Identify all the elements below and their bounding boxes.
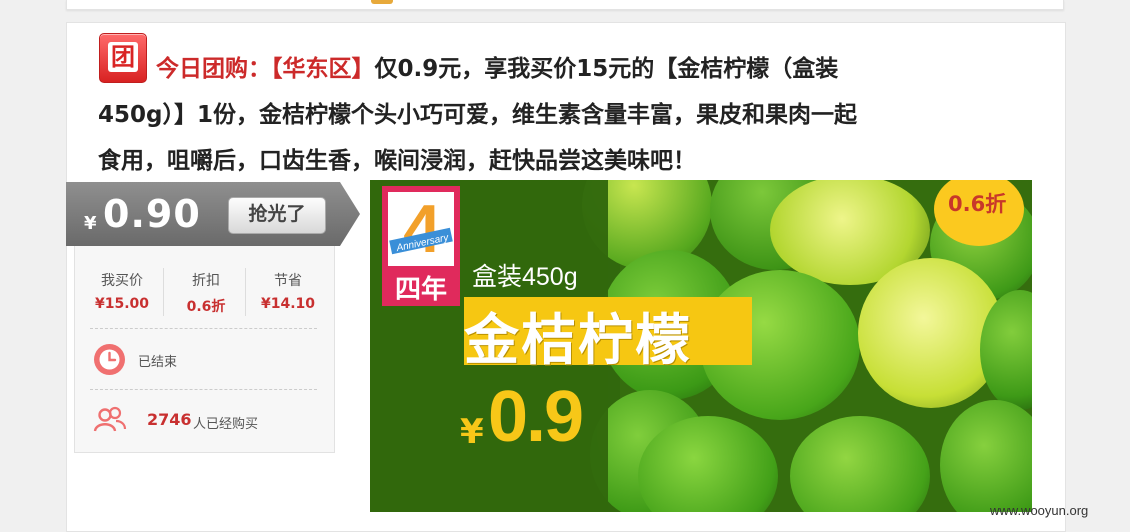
banner-price: 0.9 bbox=[488, 377, 584, 457]
clock-icon bbox=[94, 344, 125, 375]
stat-saving: 节省 ¥14.10 bbox=[248, 270, 328, 312]
stat-label: 折扣 bbox=[192, 273, 220, 289]
deal-region: 【华东区】 bbox=[271, 56, 375, 82]
top-strip bbox=[66, 0, 1064, 10]
deal-tag: 今日团购： bbox=[156, 56, 271, 82]
anniversary-logo: 4 Anniversary 四年 bbox=[382, 186, 460, 306]
product-banner[interactable]: 0.6折 4 Anniversary 四年 盒装450g 金桔柠檬 ¥ 0.9 bbox=[370, 180, 1032, 512]
stat-value: 0.6折 bbox=[186, 299, 226, 315]
deal-price: 0.90 bbox=[103, 192, 201, 236]
top-strip-accent bbox=[371, 0, 393, 4]
lime-image bbox=[790, 416, 930, 512]
stat-value: ¥14.10 bbox=[260, 296, 316, 312]
title-line-1: 仅0.9元，享我买价15元的【金桔柠檬（盒装 bbox=[374, 56, 839, 82]
divider bbox=[90, 328, 317, 329]
stat-divider bbox=[163, 268, 164, 316]
banner-currency: ¥ bbox=[460, 412, 484, 452]
stat-value: ¥15.00 bbox=[94, 296, 150, 312]
watermark: www.wooyun.org bbox=[990, 503, 1089, 518]
people-icon bbox=[93, 406, 127, 438]
title-line-2: 450g）】1份，金桔柠檬个头小巧可爱，维生素含量丰富，果皮和果肉一起 bbox=[98, 102, 857, 128]
title-line-3: 食用，咀嚼后，口齿生香，喉间浸润，赶快品尝这美味吧！ bbox=[98, 148, 696, 174]
discount-badge-text: 0.6折 bbox=[948, 192, 1007, 216]
divider bbox=[90, 389, 317, 390]
sold-out-button[interactable]: 抢光了 bbox=[228, 197, 326, 234]
stat-discount: 折扣 0.6折 bbox=[166, 270, 246, 316]
stat-divider bbox=[245, 268, 246, 316]
logo-number: 4 bbox=[403, 191, 441, 267]
stat-original-price: 我买价 ¥15.00 bbox=[82, 270, 162, 312]
logo-text: 四年 bbox=[395, 274, 447, 305]
buyer-count: 2746 bbox=[147, 410, 192, 429]
price-currency: ¥ bbox=[84, 213, 97, 234]
deal-title[interactable]: 今日团购：【华东区】仅0.9元，享我买价15元的【金桔柠檬（盒装 450g）】1… bbox=[98, 46, 1043, 184]
ended-status: 已结束 bbox=[138, 355, 178, 370]
stat-label: 我买价 bbox=[101, 273, 143, 289]
banner-product-name: 金桔柠檬 bbox=[464, 308, 693, 372]
stat-label: 节省 bbox=[274, 273, 302, 289]
buyer-count-suffix: 人已经购买 bbox=[193, 417, 259, 432]
lime-image bbox=[940, 400, 1032, 512]
box-size-text: 盒装450g bbox=[472, 263, 578, 291]
